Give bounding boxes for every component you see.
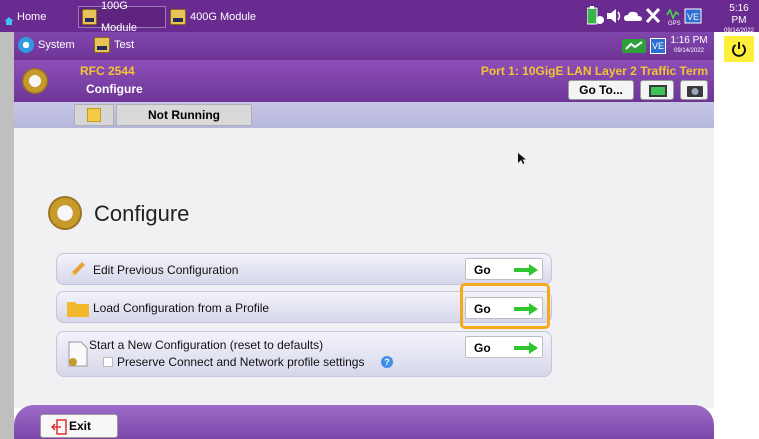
home-tab[interactable]: Home bbox=[4, 6, 46, 28]
row-label: Load Configuration from a Profile bbox=[93, 301, 270, 315]
arrow-right-icon bbox=[514, 342, 538, 354]
exit-button[interactable]: Exit bbox=[40, 414, 118, 438]
bottom-bar: Exit bbox=[14, 405, 714, 439]
bert-icon bbox=[82, 9, 97, 25]
app-bar: System Test VE 1:16 PM 09/14/2022 bbox=[14, 32, 714, 60]
configure-gear-icon bbox=[22, 68, 48, 94]
test-button[interactable]: Test bbox=[94, 37, 134, 53]
status-row: Not Running bbox=[14, 102, 714, 128]
page-title: Configure bbox=[86, 82, 143, 96]
goto-label: Go To... bbox=[579, 83, 623, 97]
main-panel: Configure Edit Previous Configuration Go… bbox=[14, 128, 714, 408]
new-document-icon bbox=[68, 341, 88, 367]
module-tab-400g[interactable]: 400G Module bbox=[170, 6, 256, 28]
power-icon bbox=[732, 42, 746, 57]
system-status-icons: GPS VE bbox=[587, 5, 705, 27]
camera-button[interactable] bbox=[680, 80, 708, 100]
configure-title-gear-icon bbox=[48, 196, 82, 230]
run-status-text: Not Running bbox=[148, 108, 220, 122]
pencil-icon bbox=[70, 262, 85, 277]
status-icons: GPS VE bbox=[587, 6, 702, 27]
gps-label: GPS bbox=[668, 21, 681, 27]
ve-label: VE bbox=[687, 12, 699, 22]
app-clock-date: 09/14/2022 bbox=[673, 48, 705, 54]
go-label: Go bbox=[474, 263, 491, 277]
gear-icon bbox=[18, 37, 34, 53]
go-label: Go bbox=[474, 341, 491, 355]
preserve-settings-label: Preserve Connect and Network profile set… bbox=[117, 355, 365, 369]
test-name: RFC 2544 bbox=[80, 64, 135, 78]
app-clock-time: 1:16 PM bbox=[670, 35, 708, 46]
row-label: Edit Previous Configuration bbox=[93, 263, 239, 277]
left-margin bbox=[0, 32, 14, 439]
info-icon[interactable]: ? bbox=[381, 356, 393, 368]
preserve-settings-checkbox[interactable] bbox=[103, 357, 113, 367]
go-button-edit[interactable]: Go bbox=[465, 258, 543, 280]
bert-icon bbox=[170, 9, 186, 25]
module-tab-label: 400G Module bbox=[190, 11, 257, 23]
module-tab-100g[interactable]: 100G Module bbox=[78, 0, 166, 34]
go-button-new-config[interactable]: Go bbox=[465, 336, 543, 358]
test-label: Test bbox=[114, 39, 135, 51]
run-status-indicator bbox=[74, 104, 114, 126]
bert-icon bbox=[94, 37, 110, 53]
section-title: Configure bbox=[94, 201, 190, 226]
system-button[interactable]: System bbox=[18, 37, 75, 53]
top-system-bar: Home 100G Module 400G Module GPS VE 5:16… bbox=[0, 0, 759, 34]
camera-icon bbox=[687, 86, 703, 97]
home-label: Home bbox=[17, 11, 47, 23]
ve-icon: VE bbox=[650, 38, 666, 54]
status-led-icon bbox=[87, 108, 101, 122]
edit-previous-row[interactable]: Edit Previous Configuration Go bbox=[56, 253, 552, 285]
layout-button[interactable] bbox=[640, 80, 674, 100]
run-status: Not Running bbox=[116, 104, 252, 126]
arrow-right-icon bbox=[514, 264, 538, 276]
highlight-box bbox=[460, 283, 550, 329]
link-status-icon bbox=[622, 39, 646, 53]
mouse-pointer-icon bbox=[518, 153, 526, 164]
right-strip bbox=[714, 32, 759, 439]
folder-icon bbox=[67, 302, 89, 317]
power-button[interactable] bbox=[724, 36, 754, 62]
exit-label: Exit bbox=[69, 419, 92, 433]
new-config-row[interactable]: Start a New Configuration (reset to defa… bbox=[56, 331, 552, 377]
app-clock: 1:16 PM 09/14/2022 bbox=[669, 35, 709, 56]
test-header: RFC 2544 Configure Port 1: 10GigE LAN La… bbox=[14, 60, 714, 102]
goto-button[interactable]: Go To... bbox=[568, 80, 634, 100]
row-label: Start a New Configuration (reset to defa… bbox=[89, 338, 324, 352]
load-profile-row[interactable]: Load Configuration from a Profile Go bbox=[56, 283, 552, 329]
exit-icon bbox=[51, 419, 67, 435]
clock-time: 5:16 PM bbox=[729, 3, 749, 26]
port-label: Port 1: 10GigE LAN Layer 2 Traffic Term bbox=[480, 64, 708, 78]
screen-layout-icon bbox=[649, 85, 667, 97]
system-label: System bbox=[38, 39, 75, 51]
home-icon bbox=[4, 12, 14, 25]
